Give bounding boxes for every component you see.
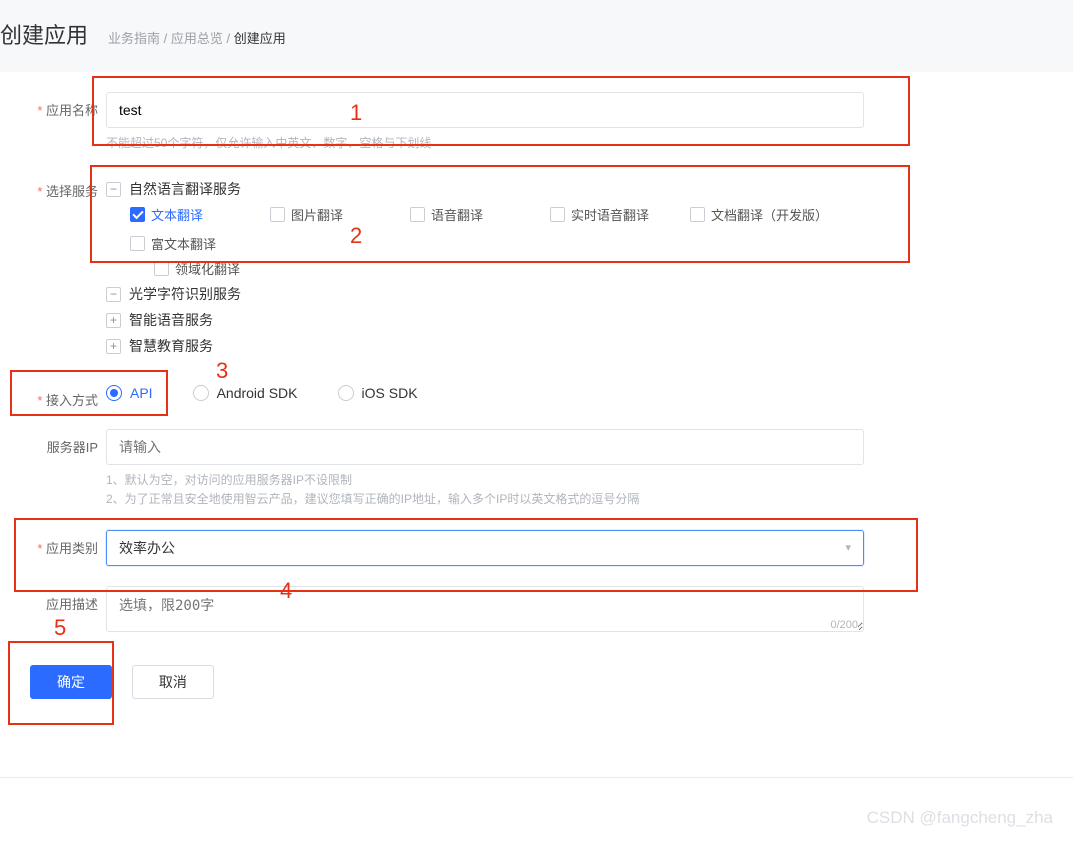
label-app-name: 应用名称 <box>10 92 98 119</box>
label-server-ip: 服务器IP <box>10 429 98 456</box>
checkbox-image-translate[interactable] <box>270 207 285 222</box>
row-app-category: 4 应用类别 效率办公 ▾ <box>10 530 1073 566</box>
annotation-number-5: 5 <box>54 615 66 641</box>
checkbox-label[interactable]: 图片翻译 <box>291 205 343 224</box>
service-group-label: 智能语音服务 <box>129 310 213 330</box>
service-group-label: 自然语言翻译服务 <box>129 179 241 199</box>
page-header: 创建应用 业务指南 / 应用总览 / 创建应用 <box>0 0 1073 72</box>
breadcrumb-item[interactable]: 应用总览 <box>171 31 223 46</box>
annotation-number-3: 3 <box>216 358 228 384</box>
expand-icon[interactable]: + <box>106 313 121 328</box>
checkbox-label[interactable]: 领域化翻译 <box>175 259 240 278</box>
checkbox-label[interactable]: 文本翻译 <box>151 205 203 224</box>
checkbox-label[interactable]: 富文本翻译 <box>151 234 216 253</box>
label-select-service: 选择服务 <box>10 173 98 200</box>
breadcrumb-current: 创建应用 <box>234 31 286 46</box>
radio-label: iOS SDK <box>362 385 418 401</box>
annotation-number-4: 4 <box>280 578 292 604</box>
collapse-icon[interactable]: − <box>106 182 121 197</box>
radio-android-sdk[interactable]: Android SDK <box>193 385 298 401</box>
radio-ios-sdk[interactable]: iOS SDK <box>338 385 418 401</box>
service-group-label: 智慧教育服务 <box>129 336 213 356</box>
select-value: 效率办公 <box>119 538 175 558</box>
server-ip-hint-1: 1、默认为空，对访问的应用服务器IP不设限制 <box>106 471 913 490</box>
row-app-desc: 应用描述 0/200 <box>10 586 1073 635</box>
expand-icon[interactable]: + <box>106 339 121 354</box>
row-server-ip: 服务器IP 1、默认为空，对访问的应用服务器IP不设限制 2、为了正常且安全地使… <box>10 429 1073 509</box>
checkbox-domain-translate[interactable] <box>154 261 169 276</box>
checkbox-text-translate[interactable] <box>130 207 145 222</box>
app-desc-textarea[interactable] <box>106 586 864 632</box>
radio-api[interactable]: API <box>106 385 153 401</box>
ok-button[interactable]: 确定 <box>30 665 112 699</box>
server-ip-hint-2: 2、为了正常且安全地使用智云产品，建议您填写正确的IP地址，输入多个IP时以英文… <box>106 490 913 509</box>
row-select-service: 选择服务 2 − 自然语言翻译服务 文本翻译 图片翻译 语音翻译 实时语音翻译 … <box>10 173 1073 362</box>
app-category-select[interactable]: 效率办公 ▾ <box>106 530 864 566</box>
checkbox-label[interactable]: 语音翻译 <box>431 205 483 224</box>
watermark: CSDN @fangcheng_zha <box>867 808 1053 828</box>
radio-icon <box>193 385 209 401</box>
checkbox-label[interactable]: 文档翻译（开发版） <box>711 205 828 224</box>
page-title: 创建应用 <box>0 18 88 50</box>
checkbox-realtime-voice[interactable] <box>550 207 565 222</box>
radio-label: Android SDK <box>217 385 298 401</box>
server-ip-input[interactable] <box>106 429 864 465</box>
chevron-down-icon: ▾ <box>845 541 851 554</box>
cancel-button[interactable]: 取消 <box>132 665 214 699</box>
checkbox-richtext-translate[interactable] <box>130 236 145 251</box>
service-group-label: 光学字符识别服务 <box>129 284 241 304</box>
radio-label: API <box>130 385 153 401</box>
label-access-method: 接入方式 <box>10 382 98 409</box>
checkbox-label[interactable]: 实时语音翻译 <box>571 205 649 224</box>
row-access-method: 3 接入方式 API Android SDK iOS SDK <box>10 382 1073 409</box>
radio-icon <box>106 385 122 401</box>
label-app-desc: 应用描述 <box>10 586 98 613</box>
annotation-number-2: 2 <box>350 223 362 249</box>
char-counter: 0/200 <box>830 619 858 631</box>
breadcrumb-item[interactable]: 业务指南 <box>108 31 160 46</box>
breadcrumb: 业务指南 / 应用总览 / 创建应用 <box>108 28 286 47</box>
collapse-icon[interactable]: − <box>106 287 121 302</box>
radio-icon <box>338 385 354 401</box>
checkbox-voice-translate[interactable] <box>410 207 425 222</box>
label-app-category: 应用类别 <box>10 530 98 557</box>
row-app-name: 应用名称 1 不能超过50个字符，仅允许输入中英文、数字、空格与下划线 <box>10 92 1073 153</box>
app-name-hint: 不能超过50个字符，仅允许输入中英文、数字、空格与下划线 <box>106 134 913 153</box>
annotation-number-1: 1 <box>350 100 362 126</box>
checkbox-doc-translate[interactable] <box>690 207 705 222</box>
app-name-input[interactable] <box>106 92 864 128</box>
